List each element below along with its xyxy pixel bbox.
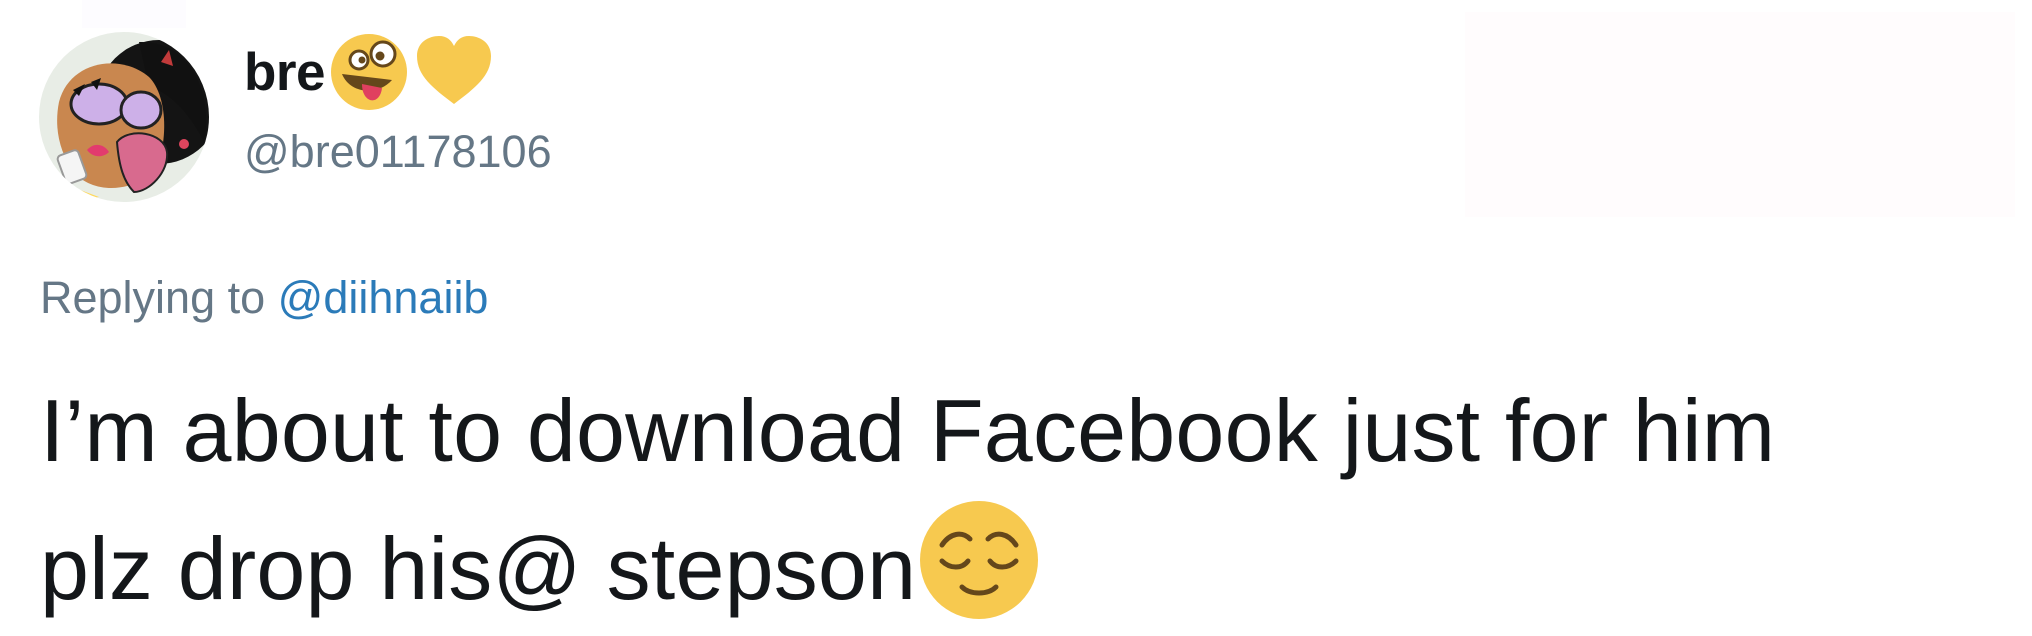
yellow-heart-emoji-icon <box>413 32 495 112</box>
author-name-row[interactable]: bre <box>244 32 495 112</box>
replying-to-label: Replying to <box>40 272 266 323</box>
relieved-face-emoji-icon <box>918 499 1040 621</box>
background-patch <box>1465 12 2015 217</box>
tweet-text-line: plz drop his@ stepson <box>40 518 917 618</box>
tweet-text-line: I’m about to download Facebook just for … <box>40 381 1776 480</box>
reply-mention-link[interactable]: @diihnaiib <box>278 272 489 323</box>
zany-face-emoji-icon <box>328 32 410 112</box>
replying-to: Replying to @diihnaiib <box>40 275 488 320</box>
tweet-card: bre @bre01178106 Replying to @diihnaiib … <box>0 0 2032 628</box>
author-handle[interactable]: @bre01178106 <box>244 129 552 174</box>
background-patch <box>82 0 186 28</box>
cartoon-girl-avatar-icon <box>39 32 209 202</box>
avatar[interactable] <box>39 32 209 202</box>
tweet-text-line-2: plz drop his@ stepson <box>40 499 2000 636</box>
display-name[interactable]: bre <box>244 46 325 99</box>
tweet-text: I’m about to download Facebook just for … <box>40 364 2000 636</box>
